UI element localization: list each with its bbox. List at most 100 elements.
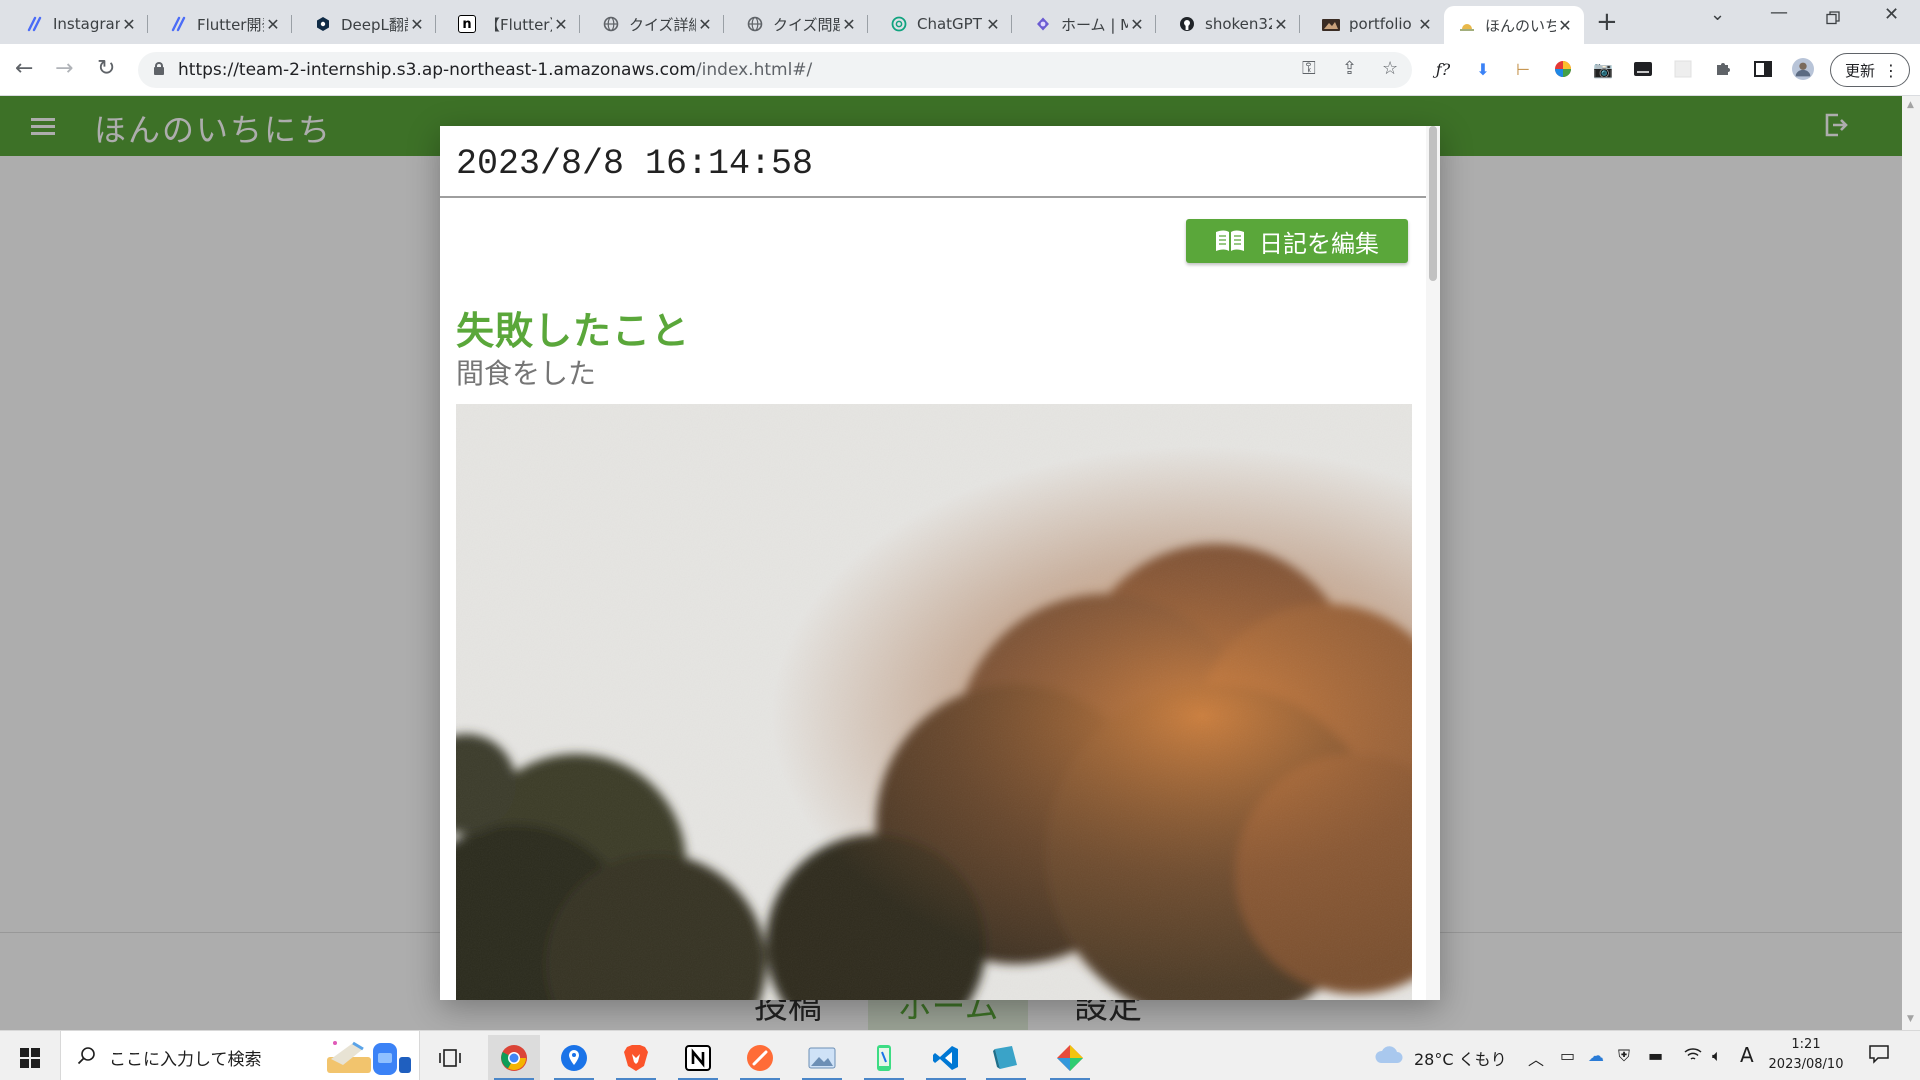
tab-close-icon[interactable]: ✕ <box>1128 15 1146 34</box>
close-window-button[interactable]: ✕ <box>1884 4 1899 25</box>
reload-button[interactable]: ↻ <box>97 56 115 82</box>
diary-datetime: 2023/8/8 16:14:58 <box>456 144 814 184</box>
tab-close-icon[interactable]: ✕ <box>840 15 858 34</box>
edit-diary-button[interactable]: 日記を編集 <box>1186 219 1408 263</box>
flutterflow-icon <box>170 15 188 33</box>
tab-notion[interactable]: n 【Flutter】ル ✕ <box>444 6 580 42</box>
weather-cloud-icon[interactable] <box>1374 1043 1404 1069</box>
tab-close-icon[interactable]: ✕ <box>984 15 1002 34</box>
side-panel-icon[interactable] <box>1752 58 1774 80</box>
new-tab-button[interactable]: + <box>1596 9 1618 35</box>
task-view-icon[interactable] <box>424 1035 476 1080</box>
taskbar-search-box[interactable]: ここに入力して検索 <box>60 1031 420 1080</box>
scroll-down-arrow-icon[interactable]: ▼ <box>1907 1014 1914 1024</box>
ruler-extension-icon[interactable]: ⊢ <box>1512 58 1534 80</box>
tab-close-icon[interactable]: ✕ <box>120 15 138 34</box>
tab-title: DeepL翻訳 <box>341 15 408 34</box>
weather-text[interactable]: 28°C くもり <box>1414 1046 1507 1070</box>
dialog-scrollbar[interactable] <box>1426 126 1440 1000</box>
github-icon <box>1178 15 1196 33</box>
url-host: https://team-2-internship.s3.ap-northeas… <box>178 60 696 80</box>
notion-taskbar-icon[interactable] <box>672 1035 724 1080</box>
copilot-icon <box>1034 15 1052 33</box>
bookmark-star-icon[interactable]: ☆ <box>1382 58 1398 79</box>
git-client-taskbar-icon[interactable] <box>1044 1035 1096 1080</box>
lock-icon[interactable] <box>154 62 164 75</box>
tab-quiz-question[interactable]: クイズ問題 ✕ <box>732 6 868 42</box>
security-icon[interactable]: ⛨ <box>1618 1046 1630 1066</box>
tab-close-icon[interactable]: ✕ <box>1272 15 1290 34</box>
wsl-taskbar-icon[interactable] <box>980 1035 1032 1080</box>
meet-now-icon[interactable]: ▭ <box>1560 1046 1575 1065</box>
forward-button[interactable]: → <box>55 56 73 82</box>
tab-close-icon[interactable]: ✕ <box>1556 16 1574 35</box>
vscode-taskbar-icon[interactable] <box>920 1035 972 1080</box>
tab-title: ほんのいちにち <box>1485 16 1556 35</box>
extensions-puzzle-icon[interactable] <box>1712 58 1734 80</box>
camera-extension-icon[interactable]: 📷 <box>1592 58 1614 80</box>
clock-time[interactable]: 1:21 <box>1778 1037 1834 1052</box>
update-button[interactable]: 更新 ⋮ <box>1830 53 1910 87</box>
chrome-taskbar-icon[interactable] <box>488 1035 540 1080</box>
brave-taskbar-icon[interactable] <box>610 1035 662 1080</box>
search-highlight-illustration <box>327 1041 411 1075</box>
page-scrollbar[interactable]: ▲ ▼ <box>1902 96 1920 1030</box>
tab-title: 【Flutter】ル <box>485 15 552 34</box>
android-studio-taskbar-icon[interactable] <box>858 1035 910 1080</box>
globe-icon <box>602 15 620 33</box>
battery-icon[interactable]: ▬ <box>1648 1046 1663 1065</box>
notification-icon[interactable] <box>1868 1044 1890 1068</box>
color-picker-extension-icon[interactable] <box>1552 58 1574 80</box>
volume-icon[interactable]: 🔈︎ <box>1712 1046 1722 1066</box>
terminal-extension-icon[interactable] <box>1632 58 1654 80</box>
tab-close-icon[interactable]: ✕ <box>408 15 426 34</box>
scroll-up-arrow-icon[interactable]: ▲ <box>1907 100 1914 110</box>
ime-indicator[interactable]: A <box>1740 1043 1754 1067</box>
address-bar[interactable]: https://team-2-internship.s3.ap-northeas… <box>138 52 1412 88</box>
tab-title: クイズ詳細 <box>629 15 696 34</box>
tray-chevron-up-icon[interactable]: ︿ <box>1528 1046 1544 1070</box>
tab-close-icon[interactable]: ✕ <box>696 15 714 34</box>
dialog-header: 2023/8/8 16:14:58 <box>440 126 1426 198</box>
share-icon[interactable]: ⇪ <box>1342 58 1357 79</box>
update-label: 更新 <box>1845 61 1876 80</box>
tab-quiz-detail[interactable]: クイズ詳細 ✕ <box>588 6 724 42</box>
tab-search-chevron-icon[interactable]: ⌄ <box>1710 4 1725 25</box>
url-text[interactable]: https://team-2-internship.s3.ap-northeas… <box>178 60 812 80</box>
photos-taskbar-icon[interactable] <box>796 1035 848 1080</box>
more-menu-icon[interactable]: ⋮ <box>1883 61 1899 80</box>
tab-portfolio[interactable]: portfolio ✕ <box>1308 6 1444 42</box>
tab-instagram[interactable]: Instagram ✕ <box>12 6 148 42</box>
tab-microsoft-home[interactable]: ホーム | Mi ✕ <box>1020 6 1156 42</box>
onedrive-icon[interactable]: ☁ <box>1588 1046 1604 1065</box>
tab-close-icon[interactable]: ✕ <box>264 15 282 34</box>
tab-chatgpt[interactable]: ChatGPT ✕ <box>876 6 1012 42</box>
clock-date[interactable]: 2023/08/10 <box>1766 1057 1846 1072</box>
profile-avatar[interactable] <box>1792 58 1814 80</box>
minimize-button[interactable]: — <box>1770 2 1788 23</box>
tab-title: Instagram <box>53 15 120 33</box>
maps-taskbar-icon[interactable] <box>548 1035 600 1080</box>
restore-button[interactable] <box>1826 9 1840 25</box>
blank-extension-icon[interactable] <box>1672 58 1694 80</box>
wifi-icon[interactable] <box>1684 1046 1702 1066</box>
key-icon[interactable]: ⚿ <box>1302 58 1316 79</box>
formula-extension-icon[interactable]: ƒ? <box>1432 58 1454 80</box>
section-title: 失敗したこと <box>456 309 691 353</box>
tab-close-icon[interactable]: ✕ <box>1416 15 1434 34</box>
tab-close-icon[interactable]: ✕ <box>552 15 570 34</box>
flutterflow-icon <box>26 15 44 33</box>
tab-flutter[interactable]: Flutter開発 ✕ <box>156 6 292 42</box>
windows-start-icon[interactable] <box>20 1048 40 1068</box>
globe-icon <box>746 15 764 33</box>
open-book-icon <box>1216 230 1244 251</box>
back-button[interactable]: ← <box>15 56 33 82</box>
dialog-scrollbar-thumb[interactable] <box>1429 126 1437 281</box>
sun-icon <box>1458 16 1476 34</box>
download-extension-icon[interactable]: ⬇ <box>1472 58 1494 80</box>
tab-deepl[interactable]: DeepL翻訳 ✕ <box>300 6 436 42</box>
tab-strip: Instagram ✕ Flutter開発 ✕ DeepL翻訳 ✕ n 【Flu… <box>0 0 1920 44</box>
postman-taskbar-icon[interactable] <box>734 1035 786 1080</box>
tab-honnoichinichi[interactable]: ほんのいちにち ✕ <box>1444 6 1584 44</box>
tab-github[interactable]: shoken32 ✕ <box>1164 6 1300 42</box>
